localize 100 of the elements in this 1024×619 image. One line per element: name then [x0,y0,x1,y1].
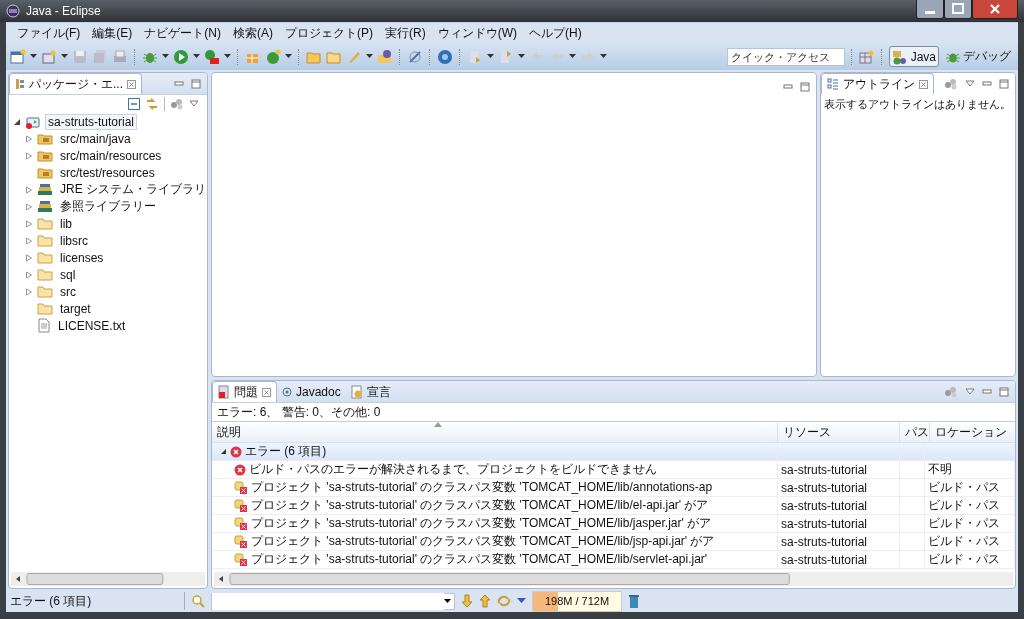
view-menu-icon [965,388,975,396]
minimize-icon [174,79,184,89]
menu-item[interactable]: 編集(E) [86,24,139,42]
table-cell: sa-struts-tutorial [781,480,868,495]
sort-indicator-icon [434,422,442,427]
empty-message: 表示するアウトラインはありません。 [823,97,1012,112]
close-window-icon [972,0,1018,19]
tree-item[interactable]: sa-struts-tutorial [45,113,138,130]
close-icon [919,79,928,89]
column-header[interactable]: リソース [778,422,900,442]
table-cell: ビルド・パスのエラーが解決されるまで、プロジェクトをビルドできません [249,461,657,478]
column-header[interactable]: ロケーション [930,422,1015,442]
folder-globe-icon [377,48,393,65]
view-tab[interactable]: 問題 [212,381,277,402]
source-folder-icon [37,149,53,162]
globe-icon [437,48,453,65]
open-perspective-icon [858,48,875,65]
menu-item[interactable]: ウィンドウ(W) [431,24,523,42]
tree-item[interactable]: sql [57,266,79,283]
dropdown-caret-icon [517,598,526,604]
jar-error-icon [234,480,248,495]
trash-icon [628,593,640,609]
view-tab[interactable]: パッケージ・エ... [9,73,142,94]
column-header[interactable]: パス [900,422,930,442]
tree-item[interactable]: src/main/java [57,130,134,147]
table-cell: sa-struts-tutorial [781,534,868,549]
up-arrow-icon [479,594,491,608]
jar-error-icon [234,552,248,567]
tree-item[interactable]: JRE システム・ライブラリ [57,180,207,199]
tree-item[interactable]: licenses [57,249,107,266]
window-title: Java - Eclipse [26,4,101,18]
app-logo-icon [6,4,20,18]
dropdown-caret-icon [30,54,37,59]
source-folder-icon [37,132,53,145]
jar-error-icon [234,516,248,531]
collapse-all-icon [128,98,140,110]
dropdown-caret-icon [518,54,525,59]
heap-meter[interactable]: 198M / 712M [532,590,622,612]
menu-item[interactable]: ヘルプ(H) [523,24,588,42]
maximize-icon [999,79,1009,89]
view-tab[interactable]: アウトライン [821,73,934,94]
close-icon [262,387,271,397]
dropdown-caret-icon [600,54,607,59]
problem-summary: エラー: 6、 警告: 0、その他: 0 [216,404,382,421]
table-cell: ビルド・パス [928,551,1000,568]
tree-item[interactable]: src [57,283,79,300]
maximize-icon [999,387,1009,397]
save-icon [72,48,88,65]
perspective-button[interactable]: デバッグ [943,46,1014,67]
table-cell: ビルド・パス [928,479,1000,496]
declaration-icon [350,385,363,399]
dropdown-caret-icon [162,54,169,59]
tree-item[interactable]: src/main/resources [57,147,165,164]
folder-icon [37,285,53,298]
table-cell: プロジェクト 'sa-struts-tutorial' のクラスパス変数 'TOMCAT_HOME/lib/annotations-ap [251,479,713,496]
table-cell: ビルド・パス [928,533,1000,550]
table-cell: ビルド・パス [928,497,1000,514]
tree-item[interactable]: target [57,300,94,317]
menu-item[interactable]: ナビゲート(N) [138,24,227,42]
search-field[interactable] [211,592,455,610]
dropdown-caret-icon [193,54,200,59]
perspective-button[interactable]: Java [888,46,939,67]
status-message: エラー (6 項目) [10,592,93,610]
print-icon [112,48,128,65]
tree-item[interactable]: src/test/resources [57,164,158,181]
tree-item[interactable]: libsrc [57,232,91,249]
search-icon [191,594,205,608]
quick-access-field[interactable]: クイック・アクセス [726,47,845,66]
menu-item[interactable]: プロジェクト(P) [279,24,379,42]
table-cell: 不明 [928,461,952,478]
outline-icon [827,78,839,90]
jar-error-icon [234,498,248,513]
minimize-window-icon [916,0,944,19]
horizontal-scrollbar[interactable] [214,571,1013,586]
table-cell: sa-struts-tutorial [781,462,868,477]
java-perspective-icon [891,48,908,65]
maximize-icon [800,82,810,92]
menu-item[interactable]: ファイル(F) [11,24,87,42]
table-row[interactable]: エラー (6 項目) [212,443,1015,461]
tree-item[interactable]: lib [57,215,75,232]
dropdown-caret-icon [444,598,451,604]
table-cell: sa-struts-tutorial [781,516,868,531]
run-tool-icon [204,48,220,65]
horizontal-scrollbar[interactable] [11,571,205,586]
save-all-icon [92,48,108,65]
group-label: エラー (6 項目) [245,443,327,460]
error-icon [230,445,242,458]
menu-item[interactable]: 実行(R) [379,24,432,42]
library-icon [37,200,53,213]
view-menu-icon [965,80,975,88]
minimize-icon [783,82,793,92]
tree-item[interactable]: 参照ライブラリー [57,197,159,216]
view-tab[interactable]: Javadoc [277,382,346,402]
tree-item[interactable]: LICENSE.txt [55,317,129,334]
library-icon [37,183,53,196]
menu-item[interactable]: 検索(A) [227,24,279,42]
view-tab[interactable]: 宣言 [345,382,396,402]
maximize-icon [191,79,201,89]
error-icon [234,463,246,476]
down-arrow-icon [461,594,473,608]
